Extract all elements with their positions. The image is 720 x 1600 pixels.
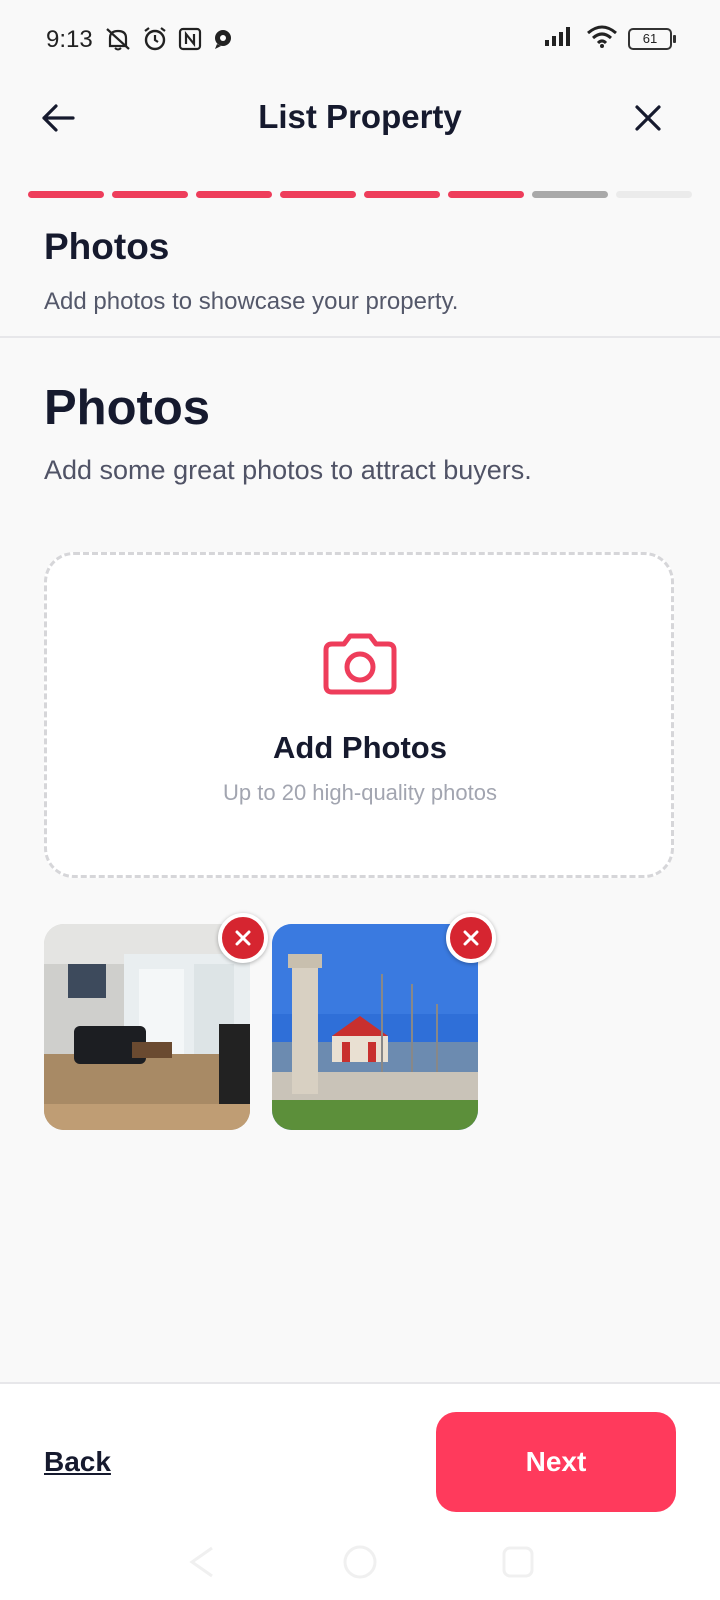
remove-x-icon: [463, 930, 479, 946]
photo-thumbnail[interactable]: [44, 924, 250, 1130]
progress-segment: [448, 191, 524, 198]
progress-segment: [28, 191, 104, 198]
status-icons-left: [104, 26, 236, 52]
chat-bubble-icon: [212, 27, 236, 51]
remove-x-icon: [235, 930, 251, 946]
system-nav-bar: [0, 1538, 720, 1588]
section-subtitle: Add some great photos to attract buyers.: [44, 455, 532, 485]
page-title: List Property: [258, 98, 462, 135]
status-time: 9:13: [46, 26, 93, 53]
progress-segment: [364, 191, 440, 198]
add-photos-dropzone[interactable]: [44, 552, 674, 878]
add-photos-title: Add Photos: [273, 730, 447, 765]
close-button[interactable]: [626, 96, 670, 140]
status-bar: 9:13 61: [0, 0, 720, 80]
back-button[interactable]: Back: [44, 1446, 111, 1478]
nav-back-icon: [189, 1546, 213, 1578]
add-photos-subtitle: Up to 20 high-quality photos: [223, 780, 497, 805]
nav-home-icon: [343, 1545, 377, 1579]
step-progress: [28, 191, 692, 199]
progress-segment: [616, 191, 692, 198]
mute-vibrate-icon: [104, 26, 132, 52]
progress-segment: [532, 191, 608, 198]
alarm-icon: [142, 26, 168, 52]
remove-photo-button[interactable]: [218, 913, 268, 963]
nav-recents-icon: [502, 1546, 534, 1578]
signal-icon: [544, 25, 576, 52]
status-icons-right: 61: [544, 24, 676, 53]
progress-segment: [112, 191, 188, 198]
camera-icon: [320, 632, 400, 701]
section-title: Photos: [44, 381, 211, 435]
remove-photo-button[interactable]: [446, 913, 496, 963]
next-button[interactable]: Next: [436, 1412, 676, 1512]
close-icon: [635, 105, 661, 131]
progress-segment: [280, 191, 356, 198]
wifi-icon: [586, 24, 618, 53]
step-title: Photos: [44, 226, 170, 267]
divider: [0, 336, 720, 338]
progress-segment: [196, 191, 272, 198]
step-subtitle: Add photos to showcase your property.: [44, 288, 459, 315]
nfc-icon: [178, 27, 202, 51]
battery-icon: 61: [628, 27, 676, 50]
photo-thumbnail[interactable]: [272, 924, 478, 1130]
